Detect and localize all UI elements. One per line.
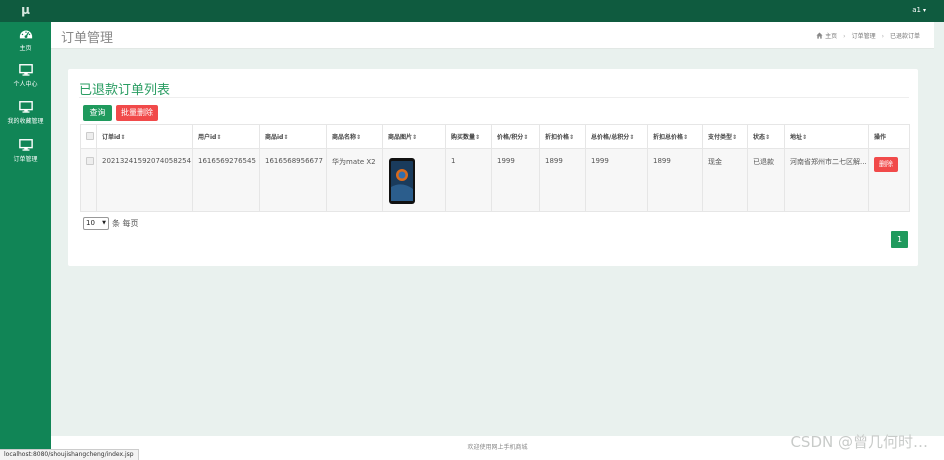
monitor-icon	[18, 101, 33, 113]
column-header-status[interactable]: 状态⇕	[747, 124, 785, 149]
app-logo[interactable]: μ	[0, 0, 51, 22]
row-checkbox-cell	[80, 148, 97, 212]
cell-order-id: 20213241592074058254	[96, 148, 193, 212]
cell-status: 已退款	[747, 148, 785, 212]
breadcrumb-orders[interactable]: 订单管理	[852, 33, 876, 40]
sidebar: 主页 个人中心 我的收藏管理 订单管理	[0, 22, 51, 460]
column-header-price[interactable]: 价格/积分⇕	[491, 124, 540, 149]
sidebar-item-profile[interactable]: 个人中心	[0, 63, 51, 99]
sort-icon: ⇕	[216, 134, 222, 141]
breadcrumb-home[interactable]: 主页	[825, 33, 837, 40]
card-title: 已退款订单列表	[79, 83, 171, 98]
orders-table: 订单id⇕ 用户id⇕ 商品id⇕ 商品名称⇕ 商品图片⇕ 购买数量⇕ 价格/积…	[80, 124, 910, 212]
sidebar-item-label: 主页	[19, 45, 32, 52]
dashboard-icon	[19, 30, 32, 39]
column-header-user-id[interactable]: 用户id⇕	[192, 124, 260, 149]
cell-total: 1999	[585, 148, 648, 212]
product-image[interactable]	[388, 157, 416, 205]
chevron-right-icon: ›	[843, 33, 846, 40]
cell-discount-price: 1899	[539, 148, 586, 212]
top-bar: μ a1 ▾	[0, 0, 944, 22]
cell-discount-total: 1899	[647, 148, 703, 212]
table-row: 20213241592074058254 1616569276545 16165…	[80, 148, 910, 212]
cell-actions: 删除	[868, 148, 910, 212]
cell-product-name: 华为mate X2	[326, 148, 383, 212]
column-header-product-name[interactable]: 商品名称⇕	[326, 124, 383, 149]
column-header-quantity[interactable]: 购买数量⇕	[445, 124, 492, 149]
sort-icon: ⇕	[356, 134, 362, 141]
column-header-discount-price[interactable]: 折扣价格⇕	[539, 124, 586, 149]
chevron-right-icon: ›	[881, 33, 884, 40]
sort-icon: ⇕	[120, 134, 126, 141]
select-all-checkbox[interactable]	[86, 131, 94, 140]
sidebar-item-orders[interactable]: 订单管理	[0, 138, 51, 174]
column-header-address[interactable]: 地址⇕	[784, 124, 869, 149]
cell-user-id: 1616569276545	[192, 148, 260, 212]
user-menu[interactable]: a1 ▾	[912, 0, 926, 22]
sidebar-item-home[interactable]: 主页	[0, 27, 51, 63]
sort-icon: ⇕	[802, 134, 808, 141]
sort-icon: ⇕	[569, 134, 575, 141]
cell-price: 1999	[491, 148, 540, 212]
browser-status-url: localhost:8080/shoujishangcheng/index.js…	[0, 449, 139, 460]
page-size-control: 10 ▼ 条 每页	[83, 217, 139, 230]
refunded-orders-card: 已退款订单列表 查询 批量删除 订单id⇕ 用户id⇕ 商品id⇕ 商品名称⇕ …	[68, 69, 918, 266]
sort-icon: ⇕	[732, 134, 738, 141]
column-header-actions: 操作	[868, 124, 910, 149]
batch-delete-button[interactable]: 批量删除	[116, 105, 158, 121]
row-checkbox[interactable]	[86, 157, 94, 165]
column-header-total[interactable]: 总价格/总积分⇕	[585, 124, 648, 149]
column-header-product-image[interactable]: 商品图片⇕	[382, 124, 446, 149]
cell-pay-type: 现金	[702, 148, 748, 212]
cell-address: 河南省郑州市二七区解...	[784, 148, 869, 212]
table-header-row: 订单id⇕ 用户id⇕ 商品id⇕ 商品名称⇕ 商品图片⇕ 购买数量⇕ 价格/积…	[80, 124, 910, 149]
column-header-product-id[interactable]: 商品id⇕	[259, 124, 327, 149]
watermark: CSDN @曾几何时…	[790, 433, 928, 451]
sidebar-item-label: 订单管理	[13, 156, 38, 163]
divider	[79, 97, 909, 98]
chevron-down-icon: ▼	[102, 220, 106, 226]
monitor-icon	[18, 64, 33, 76]
column-header-discount-total[interactable]: 折扣总价格⇕	[647, 124, 703, 149]
page-title: 订单管理	[61, 31, 114, 46]
home-icon	[816, 32, 823, 39]
column-header-pay-type[interactable]: 支付类型⇕	[702, 124, 748, 149]
cell-product-image	[382, 148, 446, 212]
page-header: 订单管理 主页 › 订单管理 › 已退款订单	[51, 22, 934, 49]
user-name: a1	[912, 6, 921, 14]
sort-icon: ⇕	[283, 134, 289, 141]
breadcrumb-current: 已退款订单	[889, 33, 920, 40]
page-size-suffix: 条 每页	[112, 219, 139, 228]
sort-icon: ⇕	[683, 134, 689, 141]
monitor-icon	[18, 139, 33, 151]
search-button[interactable]: 查询	[83, 105, 112, 121]
page-size-select[interactable]: 10 ▼	[83, 217, 109, 230]
sidebar-item-favorites[interactable]: 我的收藏管理	[0, 100, 51, 136]
sidebar-item-label: 个人中心	[13, 81, 38, 88]
sort-icon: ⇕	[475, 134, 481, 141]
sort-icon: ⇕	[523, 134, 529, 141]
breadcrumb: 主页 › 订单管理 › 已退款订单	[816, 31, 920, 40]
pagination-page-1[interactable]: 1	[891, 231, 908, 248]
sort-icon: ⇕	[765, 134, 771, 141]
cell-quantity: 1	[445, 148, 492, 212]
sort-icon: ⇕	[412, 134, 418, 141]
caret-down-icon: ▾	[922, 7, 926, 14]
delete-button[interactable]: 删除	[874, 157, 898, 172]
main-content: 订单管理 主页 › 订单管理 › 已退款订单 已退款订单列表 查询 批量删除 订单id⇕…	[51, 22, 944, 460]
column-header-order-id[interactable]: 订单id⇕	[96, 124, 193, 149]
sort-icon: ⇕	[629, 134, 635, 141]
cell-product-id: 1616568956677	[259, 148, 327, 212]
select-all-checkbox-cell	[80, 124, 97, 149]
sidebar-item-label: 我的收藏管理	[7, 118, 44, 125]
